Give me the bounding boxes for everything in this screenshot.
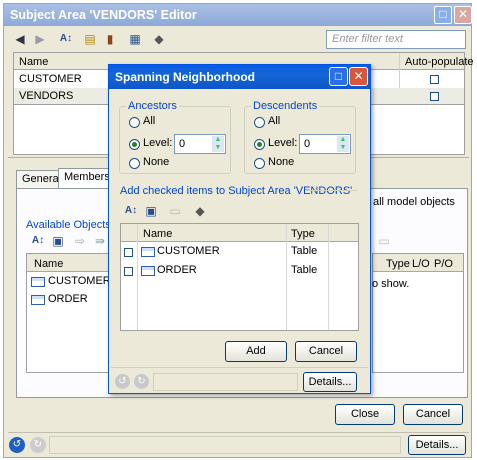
dialog-status-bar bbox=[153, 373, 298, 391]
table-icon bbox=[31, 295, 45, 305]
ancestors-level-spinner[interactable]: 0 ▲ ▼ bbox=[174, 134, 226, 154]
ancestors-none-radio[interactable] bbox=[129, 158, 140, 169]
avail-row-name[interactable]: ORDER bbox=[45, 291, 91, 307]
ancestors-all-radio[interactable] bbox=[129, 117, 140, 128]
spin-up-icon[interactable]: ▲ bbox=[337, 136, 349, 144]
filter-input[interactable]: Enter filter text bbox=[326, 30, 466, 49]
add-objects-icon[interactable]: ▣ bbox=[50, 233, 66, 249]
dialog-title: Spanning Neighborhood bbox=[115, 70, 255, 84]
all-model-objects-label: all model objects bbox=[373, 196, 455, 208]
filter-icon[interactable]: ▭ bbox=[167, 203, 183, 219]
table-icon bbox=[141, 266, 155, 276]
ancestors-none-label: None bbox=[143, 156, 170, 168]
row-name[interactable]: CUSTOMER bbox=[154, 243, 223, 259]
ancestors-level-label: Level: bbox=[143, 137, 173, 149]
row-checkbox[interactable] bbox=[124, 248, 133, 257]
neighborhood-grid: Name Type CUSTOMER Table ORDER Table bbox=[120, 223, 359, 331]
undo-icon[interactable]: ↺ bbox=[115, 374, 130, 389]
dialog-details-button[interactable]: Details... bbox=[303, 372, 357, 392]
forward-icon[interactable]: ▶ bbox=[32, 31, 48, 47]
status-bar bbox=[49, 436, 401, 454]
descendents-level-label: Level: bbox=[268, 137, 298, 149]
row-name[interactable]: ORDER bbox=[154, 262, 200, 278]
descendents-legend: Descendents bbox=[251, 100, 320, 112]
dialog-bottom-separator bbox=[111, 367, 368, 368]
ancestors-group: Ancestors All Level: 0 ▲ ▼ None bbox=[119, 100, 231, 174]
properties-icon[interactable]: ▦ bbox=[127, 31, 143, 47]
ancestors-level-value: 0 bbox=[179, 138, 186, 150]
add-checked-label: Add checked items to Subject Area 'VENDO… bbox=[120, 185, 353, 197]
dialog-close-button[interactable]: ✕ bbox=[349, 67, 368, 86]
bottom-separator bbox=[8, 432, 469, 433]
add-checked-separator bbox=[305, 190, 357, 191]
table-icon bbox=[141, 247, 155, 257]
editor-title: Subject Area 'VENDORS' Editor bbox=[10, 8, 197, 22]
redo-icon[interactable]: ↻ bbox=[30, 437, 46, 453]
ancestors-level-radio[interactable] bbox=[129, 139, 140, 150]
filter-icon[interactable]: ▭ bbox=[376, 233, 392, 249]
row-type: Table bbox=[291, 245, 318, 257]
sort-az-icon[interactable]: A↕ bbox=[30, 233, 46, 249]
cancel-button[interactable]: Cancel bbox=[403, 404, 463, 425]
dialog-maximize-button[interactable]: □ bbox=[329, 67, 348, 86]
spanning-neighborhood-dialog: Spanning Neighborhood □ ✕ Ancestors All … bbox=[108, 64, 371, 394]
tab-strip: General Members bbox=[16, 168, 116, 190]
move-all-icon[interactable]: ⇛ bbox=[92, 233, 108, 249]
delete-icon[interactable]: ▮ bbox=[102, 31, 118, 47]
column-divider bbox=[286, 224, 287, 330]
row-checkbox[interactable] bbox=[124, 267, 133, 276]
descendents-all-label: All bbox=[268, 115, 281, 127]
avail-row-name[interactable]: CUSTOMER bbox=[45, 273, 114, 289]
empty-message: o show. bbox=[372, 278, 410, 290]
details-button[interactable]: Details... bbox=[408, 435, 466, 455]
row-type: Table bbox=[291, 264, 318, 276]
sort-az-icon[interactable]: A↕ bbox=[58, 31, 74, 47]
undo-icon[interactable]: ↺ bbox=[9, 437, 25, 453]
close-window-button[interactable]: ✕ bbox=[454, 6, 472, 24]
members-grid: Type L/O P/O o show. bbox=[372, 253, 464, 373]
avail-col-name: Name bbox=[34, 258, 64, 270]
editor-titlebar: Subject Area 'VENDORS' Editor bbox=[4, 4, 471, 26]
back-icon[interactable]: ◀ bbox=[12, 31, 28, 47]
descendents-none-label: None bbox=[268, 156, 295, 168]
dialog-cancel-button[interactable]: Cancel bbox=[295, 341, 357, 362]
col-type-header: Type bbox=[291, 228, 315, 240]
autopopulate-checkbox[interactable] bbox=[430, 75, 439, 84]
members-col-po: P/O bbox=[434, 258, 453, 270]
descendents-all-radio[interactable] bbox=[254, 117, 265, 128]
col-autopopulate-header: Auto-populate bbox=[405, 56, 474, 68]
column-divider bbox=[328, 224, 329, 330]
spin-up-icon[interactable]: ▲ bbox=[212, 136, 224, 144]
grid-row-name[interactable]: VENDORS bbox=[16, 88, 76, 104]
move-right-icon[interactable]: ⇨ bbox=[72, 233, 88, 249]
new-icon[interactable]: ▤ bbox=[82, 31, 98, 47]
descendents-level-spinner[interactable]: 0 ▲ ▼ bbox=[299, 134, 351, 154]
maximize-button[interactable]: □ bbox=[434, 6, 452, 24]
grid-row-name[interactable]: CUSTOMER bbox=[16, 71, 85, 87]
descendents-level-radio[interactable] bbox=[254, 139, 265, 150]
redo-icon[interactable]: ↻ bbox=[134, 374, 149, 389]
spin-down-icon[interactable]: ▼ bbox=[212, 144, 224, 152]
add-button[interactable]: Add bbox=[225, 341, 287, 362]
autopopulate-checkbox[interactable] bbox=[430, 92, 439, 101]
eraser-icon[interactable]: ◆ bbox=[192, 203, 208, 219]
descendents-none-radio[interactable] bbox=[254, 158, 265, 169]
descendents-group: Descendents All Level: 0 ▲ ▼ None bbox=[244, 100, 356, 174]
ancestors-legend: Ancestors bbox=[126, 100, 179, 112]
close-button[interactable]: Close bbox=[335, 404, 395, 425]
add-objects-icon[interactable]: ▣ bbox=[143, 203, 159, 219]
col-name-header: Name bbox=[143, 228, 173, 240]
members-col-lo: L/O bbox=[412, 258, 430, 270]
available-objects-label: Available Objects bbox=[26, 219, 111, 231]
descendents-level-value: 0 bbox=[304, 138, 311, 150]
ancestors-all-label: All bbox=[143, 115, 156, 127]
table-icon bbox=[31, 277, 45, 287]
eraser-icon[interactable]: ◆ bbox=[151, 31, 167, 47]
sort-az-icon[interactable]: A↕ bbox=[123, 203, 139, 219]
available-objects-grid: Name CUSTOMER ORDER bbox=[26, 253, 116, 373]
col-name-header: Name bbox=[19, 56, 49, 68]
column-divider bbox=[137, 224, 138, 330]
spin-down-icon[interactable]: ▼ bbox=[337, 144, 349, 152]
